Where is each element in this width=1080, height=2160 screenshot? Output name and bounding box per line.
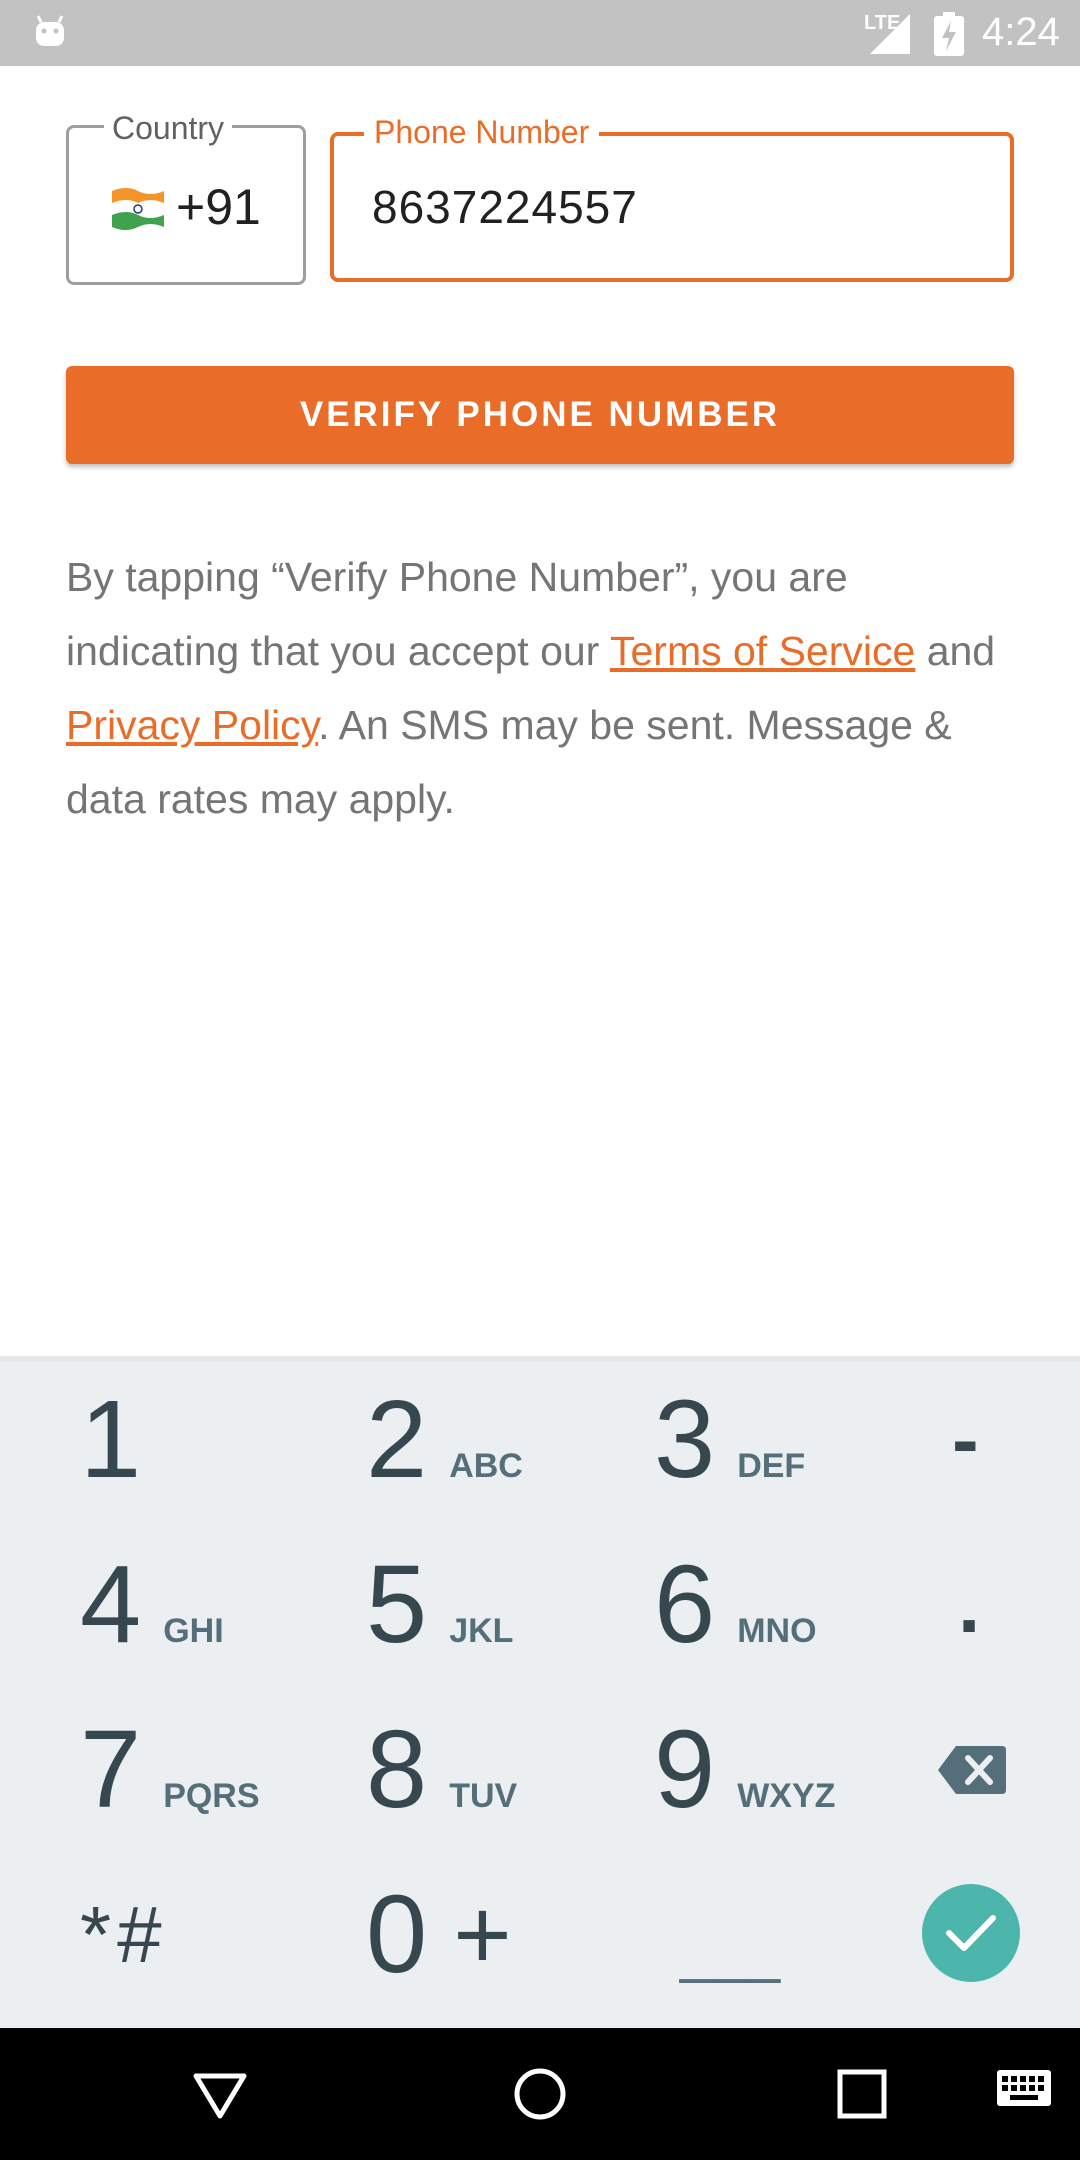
key-2-letters: ABC [449, 1446, 523, 1485]
terms-text-middle: and [915, 628, 996, 674]
key-6-letters: MNO [737, 1611, 817, 1650]
recents-icon[interactable] [834, 2066, 890, 2122]
key-8-number: 8 [366, 1708, 428, 1831]
key-2-number: 2 [366, 1378, 428, 1501]
back-icon[interactable] [192, 2066, 248, 2122]
key-5-number: 5 [366, 1543, 428, 1666]
terms-of-service-link[interactable]: Terms of Service [610, 628, 915, 674]
key-7-letters: PQRS [163, 1776, 260, 1815]
battery-charging-icon [934, 12, 964, 56]
backspace-key[interactable] [938, 1690, 1006, 1850]
key-9-letters: WXYZ [737, 1776, 836, 1815]
key-8[interactable]: 8 TUV [366, 1690, 517, 1850]
star-hash-symbols: *# [80, 1890, 168, 1979]
key-3[interactable]: 3 DEF [654, 1360, 805, 1520]
india-flag-icon [112, 188, 164, 230]
status-bar: LTE 4:24 [0, 0, 1080, 66]
keyboard-switch-icon[interactable] [996, 2066, 1052, 2110]
android-notification-icon [36, 15, 64, 46]
done-key[interactable] [922, 1884, 1020, 1982]
navigation-bar [0, 2028, 1080, 2160]
key-star-hash[interactable]: *# [80, 1855, 168, 2015]
phone-number-input[interactable] [372, 180, 972, 234]
backspace-icon [938, 1746, 1006, 1794]
space-key[interactable]: ___ [680, 1855, 780, 2015]
key-4-number: 4 [80, 1543, 142, 1666]
key-0-number: 0 [366, 1873, 428, 1996]
key-9-number: 9 [654, 1708, 716, 1831]
key-5-letters: JKL [449, 1611, 514, 1650]
key-2[interactable]: 2 ABC [366, 1360, 523, 1520]
key-4-letters: GHI [163, 1611, 224, 1650]
signal-icon [870, 14, 910, 54]
key-6[interactable]: 6 MNO [654, 1525, 817, 1685]
key-6-number: 6 [654, 1543, 716, 1666]
key-dot[interactable]: . [958, 1525, 980, 1685]
plus-symbol: + [453, 1878, 512, 1991]
key-1-number: 1 [80, 1378, 142, 1501]
key-4[interactable]: 4 GHI [80, 1525, 224, 1685]
home-icon[interactable] [512, 2066, 568, 2122]
dot-symbol: . [958, 1560, 981, 1649]
key-8-letters: TUV [449, 1776, 518, 1815]
clock: 4:24 [982, 10, 1060, 54]
space-symbol: ___ [680, 1916, 781, 1984]
checkmark-icon [946, 1915, 996, 1951]
key-0[interactable]: 0 + [366, 1855, 512, 2015]
phone-number-label: Phone Number [364, 114, 600, 151]
key-9[interactable]: 9 WXYZ [654, 1690, 835, 1850]
key-3-number: 3 [654, 1378, 716, 1501]
dash-symbol: - [952, 1395, 979, 1484]
key-7[interactable]: 7 PQRS [80, 1690, 260, 1850]
key-5[interactable]: 5 JKL [366, 1525, 513, 1685]
country-label: Country [104, 110, 233, 147]
privacy-policy-link[interactable]: Privacy Policy [66, 702, 318, 748]
key-3-letters: DEF [737, 1446, 806, 1485]
key-dash[interactable]: - [952, 1360, 979, 1520]
key-7-number: 7 [80, 1708, 142, 1831]
terms-text: By tapping “Verify Phone Number”, you ar… [66, 540, 1026, 836]
key-1[interactable]: 1 [80, 1360, 141, 1520]
verify-phone-number-button[interactable]: VERIFY PHONE NUMBER [66, 366, 1014, 464]
country-code: +91 [176, 179, 261, 235]
